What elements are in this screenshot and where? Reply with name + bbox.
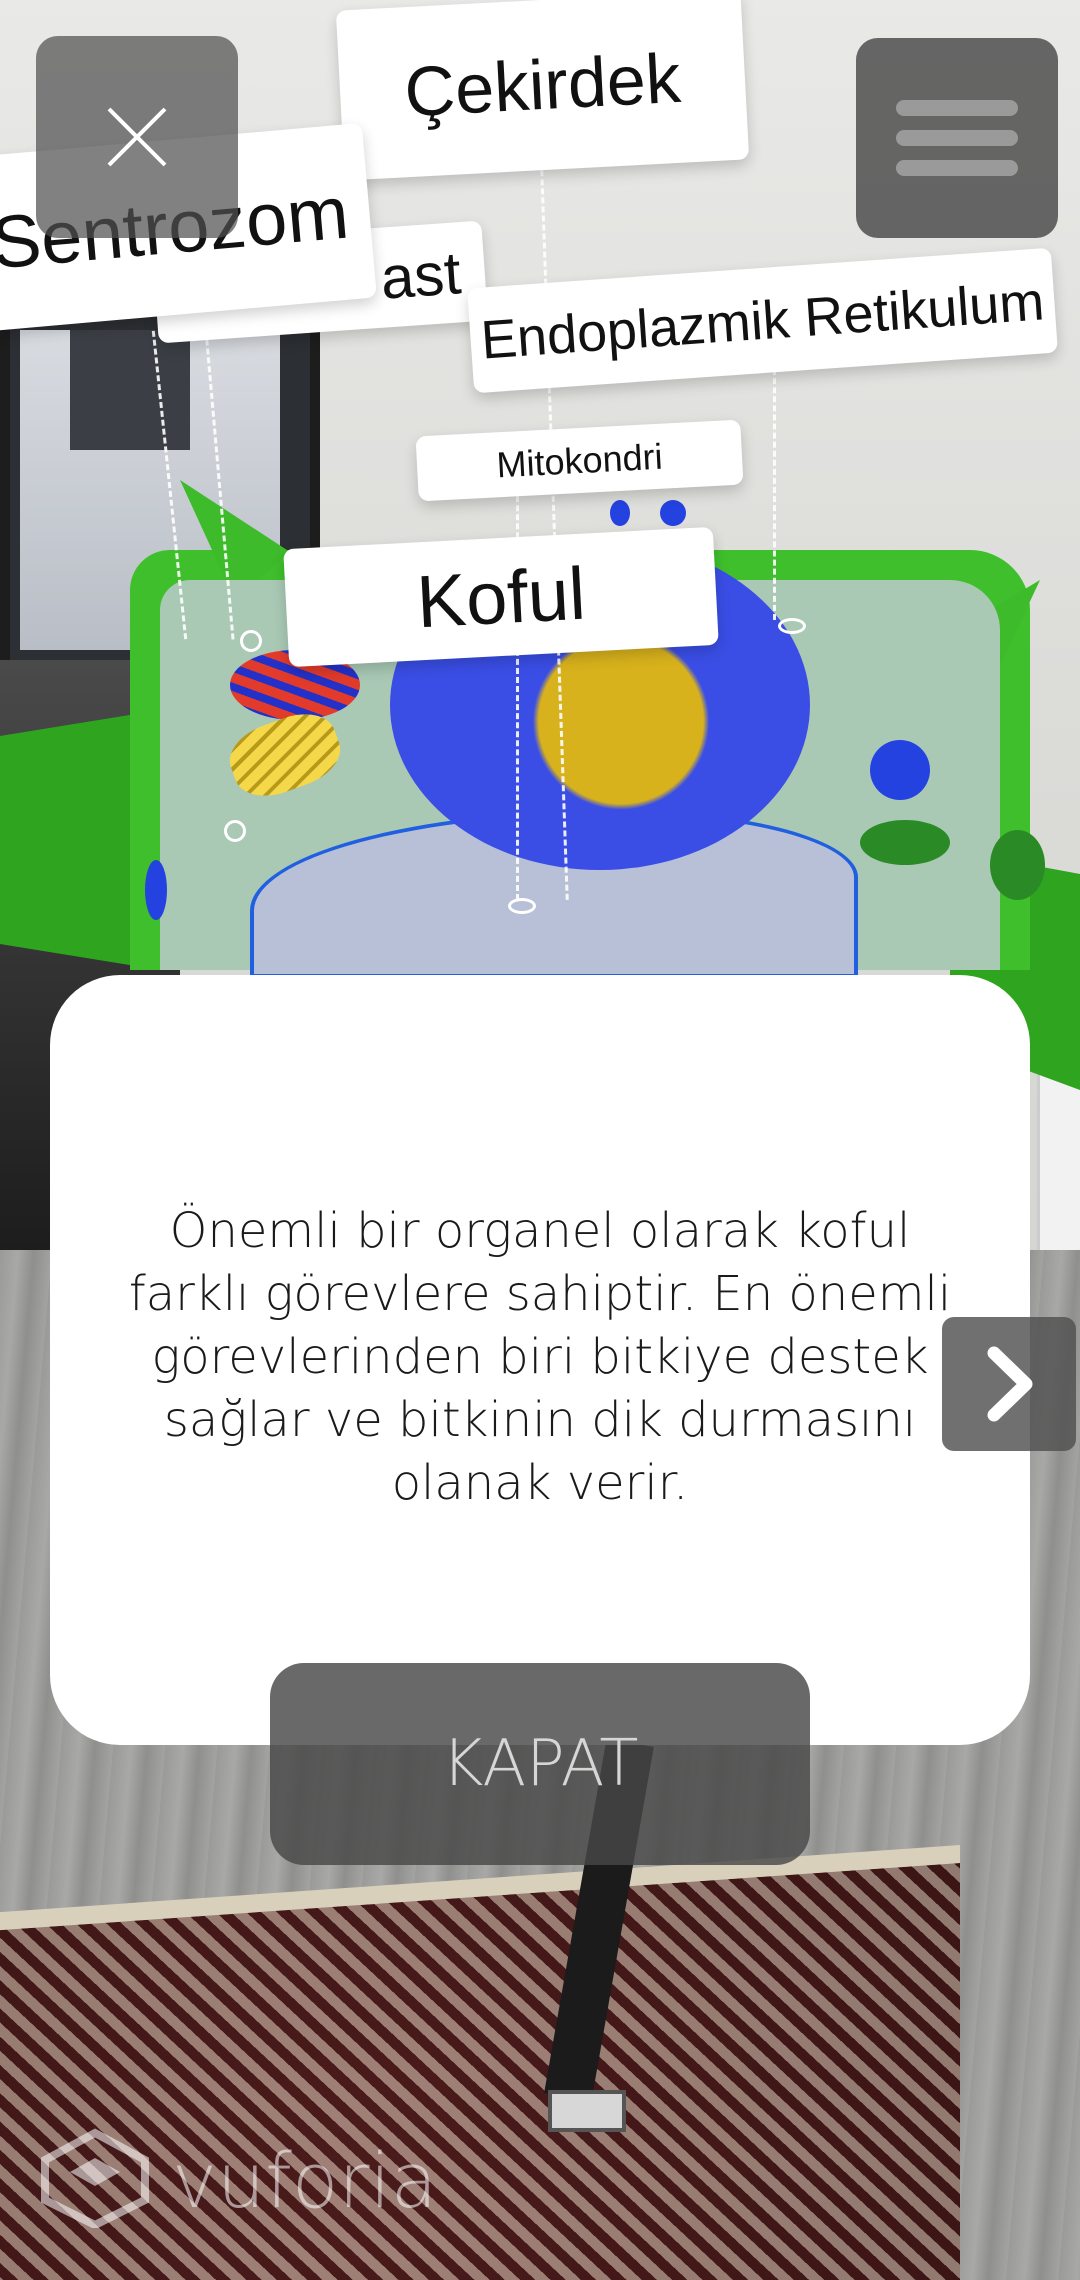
- menu-icon: [856, 100, 1058, 241]
- vuforia-watermark: vuforia: [40, 2128, 438, 2232]
- label-koful-text: Koful: [414, 551, 588, 643]
- info-card-description: Önemli bir organel olarak koful farklı g…: [128, 1203, 952, 1511]
- label-leader-line: [773, 360, 776, 620]
- close-button[interactable]: [36, 36, 238, 238]
- label-anchor-pin: [224, 820, 246, 842]
- kapat-button[interactable]: KAPAT: [270, 1663, 810, 1865]
- organelle-blob: [870, 740, 930, 800]
- organelle-blob: [660, 500, 686, 526]
- organelle-blob: [145, 860, 167, 920]
- organelle-blob: [990, 830, 1045, 900]
- organelle-blob: [860, 820, 950, 865]
- menu-button[interactable]: [856, 38, 1058, 238]
- label-cekirdek-text: Çekirdek: [402, 38, 683, 132]
- label-anchor-pin: [508, 898, 536, 914]
- label-leader-line: [516, 460, 519, 900]
- label-anchor-pin: [240, 630, 262, 652]
- label-mitokondri-text: Mitokondri: [495, 435, 664, 485]
- next-button[interactable]: [942, 1317, 1076, 1451]
- label-koful[interactable]: Koful: [283, 526, 719, 668]
- label-endoplazmik-retikulum-text: Endoplazmik Retikulum: [478, 270, 1047, 371]
- close-icon: [36, 107, 238, 241]
- vuforia-logo-icon: [40, 2128, 150, 2232]
- chevron-right-icon: [942, 1346, 1076, 1454]
- background-stand-base: [548, 2090, 626, 2132]
- vuforia-watermark-text: vuforia: [172, 2135, 438, 2225]
- label-anchor-pin: [778, 618, 806, 634]
- label-kloroplast-text: ast: [378, 238, 463, 312]
- label-cekirdek[interactable]: Çekirdek: [335, 0, 750, 181]
- organelle-blob: [610, 500, 630, 526]
